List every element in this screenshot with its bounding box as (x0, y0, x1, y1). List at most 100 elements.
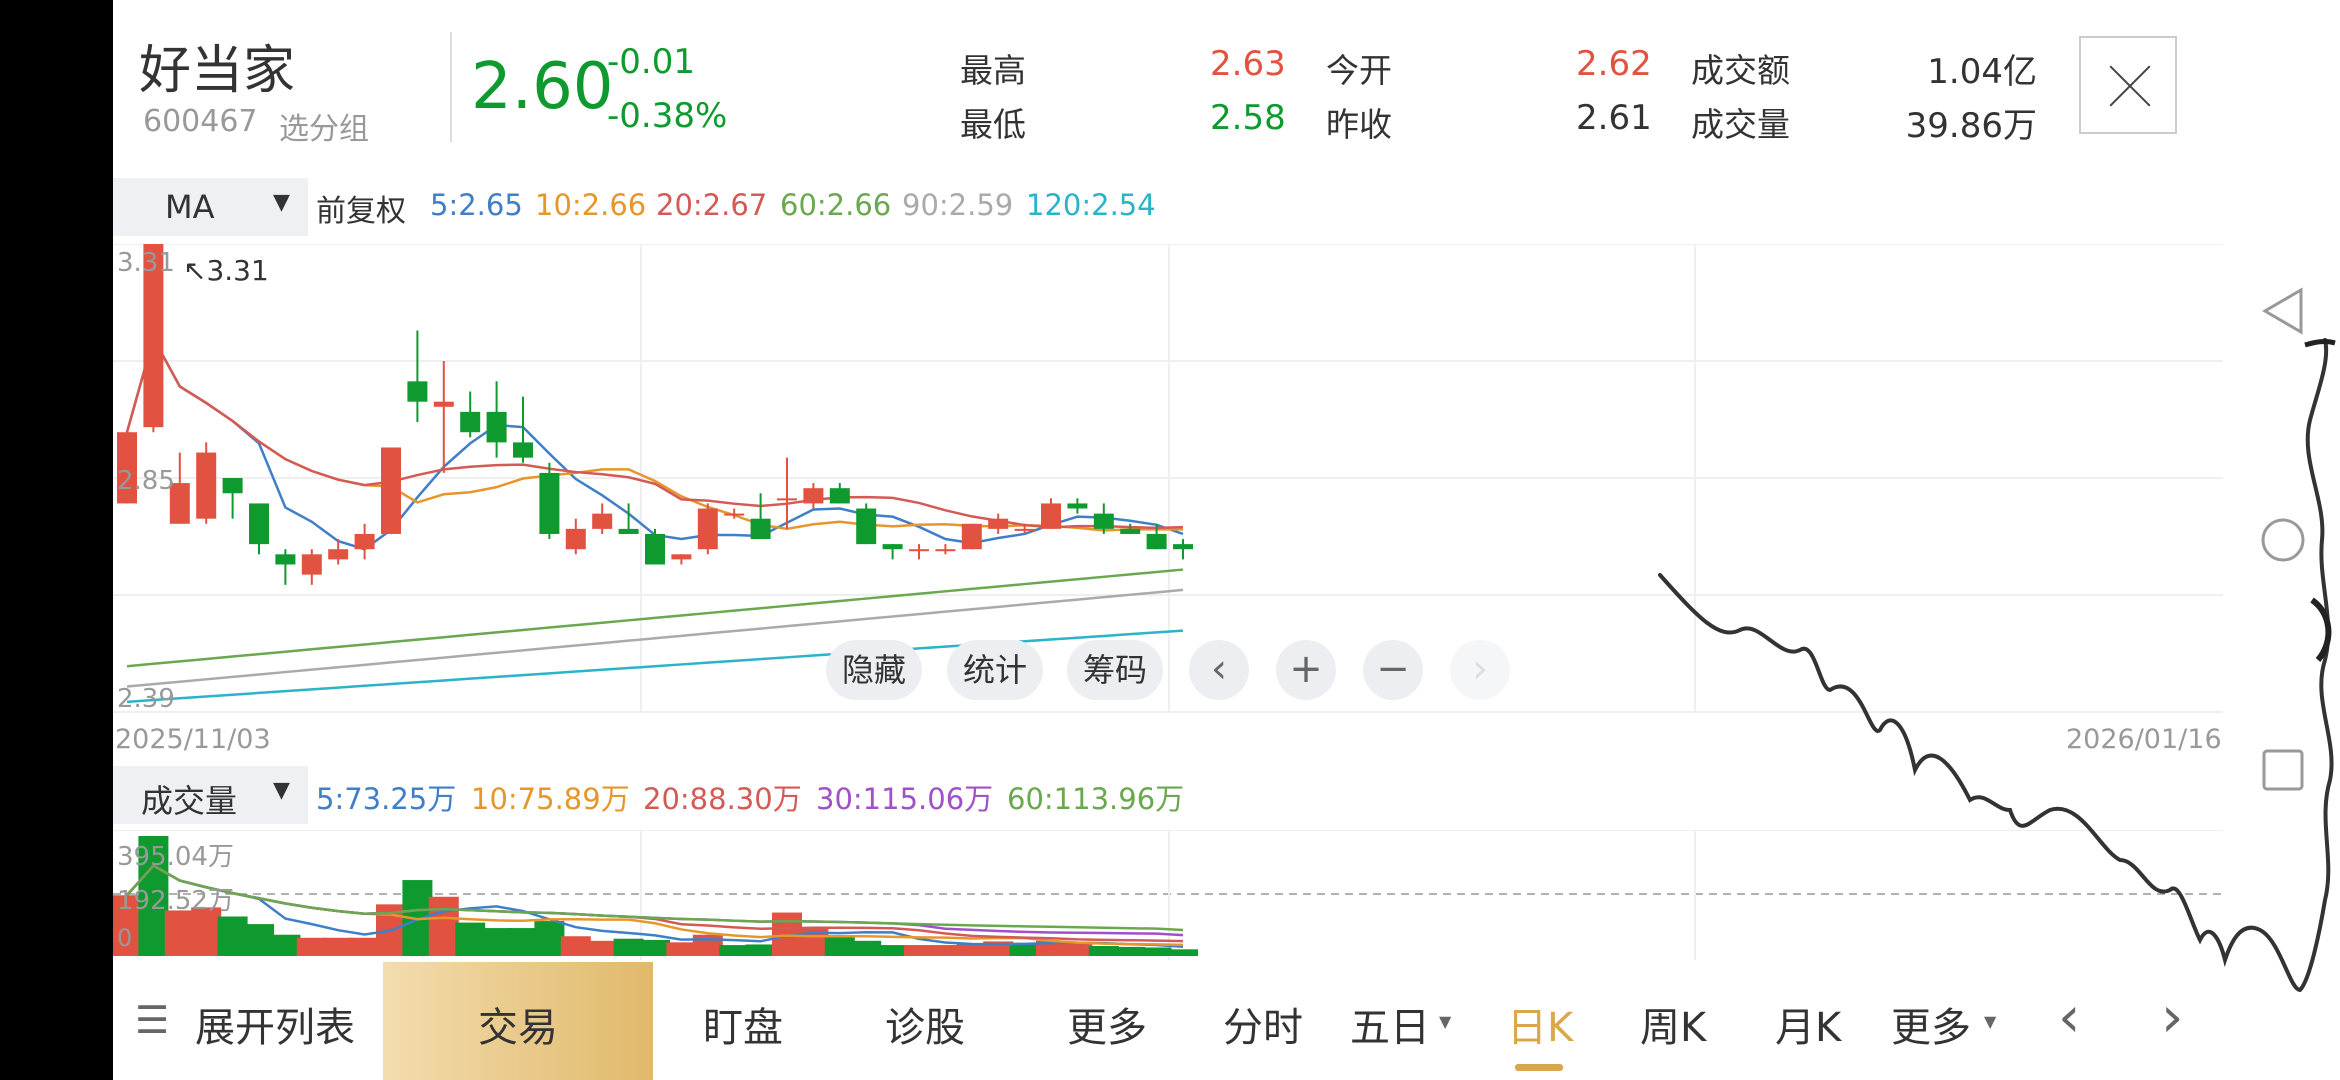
monthly-k-tab[interactable]: 月K (1775, 995, 1841, 1053)
volume-bar (930, 945, 961, 956)
stock-name: 好当家 (139, 41, 296, 101)
vol-ma5: 5:73.25万 (316, 782, 457, 816)
candle-body (1014, 528, 1035, 531)
recents-icon[interactable] (2261, 748, 2305, 792)
ma5-line (125, 334, 1184, 551)
trade-button[interactable]: 交易 (383, 962, 653, 1080)
volume-bar (640, 939, 670, 956)
intraday-tab[interactable]: 分时 (1223, 995, 1303, 1053)
amount-value: 1.04亿 (1927, 52, 2037, 92)
ma120-value: 120:2.54 (1026, 188, 1156, 222)
volume-bar (534, 921, 565, 956)
hide-button[interactable]: 隐藏 (826, 640, 922, 700)
zoom-out-button[interactable]: − (1363, 640, 1423, 700)
vol-axis-top: 395.04万 (117, 842, 234, 872)
expand-list-button[interactable]: 展开列表 (195, 995, 355, 1053)
candle-body (909, 549, 929, 552)
volume-selector-label: 成交量 (141, 782, 238, 820)
chips-button[interactable]: 筹码 (1067, 640, 1163, 700)
ma90-value: 90:2.59 (902, 188, 1014, 222)
indicator-selector[interactable]: MA ▼ (113, 178, 308, 236)
vol-ma30: 30:115.06万 (816, 782, 994, 816)
close-button[interactable] (2079, 36, 2177, 134)
ma20-line (125, 334, 1184, 530)
header-divider (450, 32, 452, 142)
stats-button[interactable]: 统计 (947, 640, 1043, 700)
volume-bar (666, 942, 697, 956)
volume-bar (270, 934, 301, 956)
chart-prev-button[interactable]: ‹ (1189, 640, 1249, 700)
candle-body (301, 554, 322, 575)
current-price: 2.60 (471, 50, 614, 124)
chevron-down-icon: ▼ (273, 190, 290, 215)
candle-body (724, 513, 745, 516)
candle-body (275, 554, 296, 565)
volume-bar (613, 938, 644, 956)
candle-body (381, 447, 401, 534)
candle-body (513, 442, 533, 458)
ma10-line (125, 334, 1183, 532)
more-periods-tab[interactable]: 更多 (1891, 995, 1971, 1053)
volume-bar (323, 937, 354, 956)
active-tab-indicator (1515, 1064, 1563, 1071)
five-day-tab[interactable]: 五日 (1350, 995, 1430, 1053)
caret-down-icon: ▼ (1984, 1012, 1997, 1031)
amount-label: 成交额 (1691, 51, 1790, 90)
candle-body (856, 508, 877, 545)
chevron-down-icon: ▼ (273, 778, 290, 803)
list-icon[interactable]: ☰ (135, 998, 169, 1042)
tab-prev-button[interactable]: ‹ (2058, 985, 2080, 1050)
open-value: 2.62 (1576, 44, 1652, 84)
weekly-k-tab[interactable]: 周K (1640, 995, 1706, 1053)
volume-chart[interactable] (113, 830, 2223, 960)
back-icon[interactable] (2261, 286, 2305, 336)
tab-next-button[interactable]: › (2161, 985, 2183, 1050)
open-label: 今开 (1326, 51, 1392, 90)
candle-body (697, 508, 718, 550)
home-icon[interactable] (2260, 517, 2306, 563)
low-label: 最低 (960, 105, 1026, 144)
stock-code: 600467 (143, 104, 258, 139)
vol-ma20: 20:88.30万 (643, 782, 802, 816)
adjust-mode[interactable]: 前复权 (316, 186, 406, 230)
volume-bar (481, 928, 512, 956)
candle-body (618, 528, 639, 534)
ma20-value: 20:2.67 (656, 188, 768, 222)
more-tab[interactable]: 更多 (1067, 995, 1147, 1053)
volume-bar (798, 927, 829, 956)
candle-body (539, 472, 560, 534)
system-navigation-bar (2223, 0, 2340, 1080)
volume-bar (851, 940, 882, 956)
candle-body (1093, 513, 1114, 529)
volume-bar (349, 937, 380, 956)
candle-body (196, 452, 217, 519)
candle-body (671, 554, 692, 560)
ma10-value: 10:2.66 (535, 188, 647, 222)
prev-close-label: 昨收 (1326, 105, 1392, 144)
ma5-value: 5:2.65 (430, 188, 523, 222)
candle-body (803, 488, 824, 504)
daily-k-tab[interactable]: 日K (1507, 995, 1573, 1053)
volume-bar (877, 945, 908, 956)
candle-body (222, 478, 243, 494)
volume-bar (824, 936, 855, 956)
candle-body (1041, 503, 1061, 529)
stock-detail-page: 好当家 600467 选分组 2.60 -0.01 -0.38% 最高 2.63… (113, 0, 2223, 1080)
watch-tab[interactable]: 盯盘 (703, 995, 783, 1053)
select-group-link[interactable]: 选分组 (279, 104, 369, 148)
volume-value: 39.86万 (1905, 106, 2037, 146)
price-change-pct: -0.38% (607, 96, 728, 136)
chart-next-button[interactable]: › (1450, 640, 1510, 700)
volume-bar (508, 928, 538, 956)
vol-axis-zero: 0 (117, 924, 133, 952)
volume-indicator-selector[interactable]: 成交量 ▼ (113, 766, 308, 824)
kline-chart[interactable] (113, 244, 2223, 714)
volume-bar (1141, 947, 1172, 956)
volume-bar (1168, 949, 1198, 956)
low-value: 2.58 (1210, 98, 1286, 138)
zoom-in-button[interactable]: + (1276, 640, 1336, 700)
max-price-value: 3.31 (206, 254, 269, 287)
candle-body (829, 488, 850, 504)
diagnose-tab[interactable]: 诊股 (885, 995, 965, 1053)
volume-bar (692, 934, 723, 956)
